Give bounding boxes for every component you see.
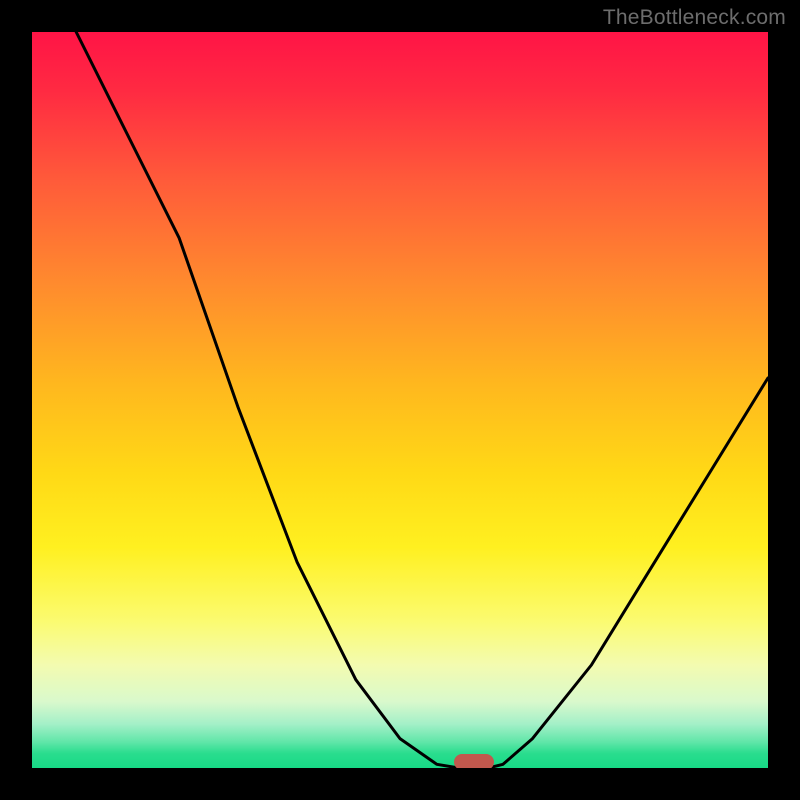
- bottleneck-curve: [32, 32, 768, 768]
- plot-area: [32, 32, 768, 768]
- chart-frame: TheBottleneck.com: [0, 0, 800, 800]
- watermark-text: TheBottleneck.com: [603, 6, 786, 30]
- optimal-marker: [454, 754, 494, 768]
